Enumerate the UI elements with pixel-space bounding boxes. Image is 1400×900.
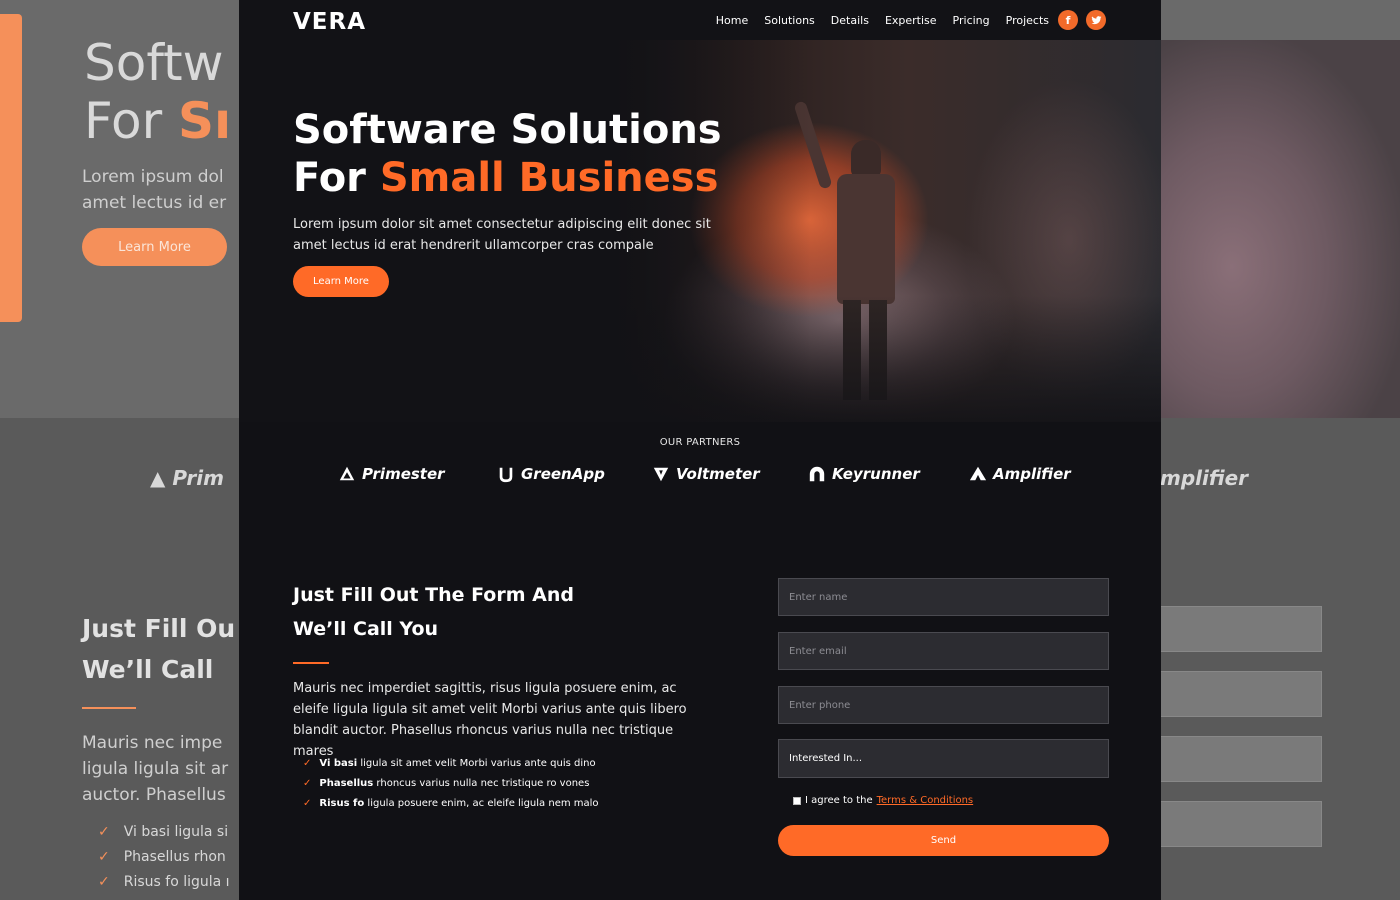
- partner-keyrunner[interactable]: Keyrunner: [808, 462, 920, 486]
- email-input[interactable]: [778, 632, 1109, 670]
- amplifier-icon: [969, 466, 987, 481]
- check-icon: ✓: [303, 758, 312, 769]
- hero-description: Lorem ipsum dolor sit amet consectetur a…: [293, 217, 711, 253]
- terms-agreement: I agree to the Terms & Conditions: [793, 795, 973, 806]
- keyrunner-icon: [809, 466, 825, 482]
- brand-logo[interactable]: VERA: [293, 9, 366, 35]
- terms-link[interactable]: Terms & Conditions: [877, 795, 974, 806]
- nav-home[interactable]: Home: [716, 14, 748, 27]
- contact-section: Just Fill Out The Form And We’ll Call Yo…: [239, 532, 1161, 900]
- bg-list: Vi basi ligula si Phasellus rhon Risus f…: [98, 820, 230, 895]
- contact-description: Mauris nec imperdiet sagittis, risus lig…: [293, 681, 687, 759]
- bg-list-item: Risus fo ligula ı: [98, 870, 230, 895]
- bg-photo: [1160, 40, 1400, 418]
- primester-icon: [339, 466, 355, 481]
- top-nav: VERA Home Solutions Details Expertise Pr…: [239, 0, 1161, 42]
- list-item: ✓ Risus fo ligula posuere enim, ac eleife…: [303, 798, 599, 809]
- twitter-icon[interactable]: [1086, 10, 1106, 30]
- partner-amplifier[interactable]: Amplifier: [969, 462, 1071, 486]
- bg-rule: [82, 707, 136, 709]
- bg-partner-left: ▲ Prim: [150, 466, 224, 490]
- facebook-icon[interactable]: f: [1058, 10, 1078, 30]
- bg-learn-more: Learn More: [82, 228, 227, 266]
- bg-orange-strip: [0, 14, 22, 322]
- page-frame: VERA Home Solutions Details Expertise Pr…: [239, 0, 1161, 900]
- nav-projects[interactable]: Projects: [1006, 14, 1049, 27]
- bg-partner-right: mplifier: [1160, 466, 1249, 490]
- bg-field: [1160, 736, 1322, 782]
- partner-greenapp[interactable]: GreenApp: [497, 462, 605, 486]
- bg-field: [1160, 606, 1322, 652]
- terms-checkbox[interactable]: [793, 796, 801, 805]
- voltmeter-icon: [653, 467, 669, 482]
- send-button[interactable]: Send: [778, 825, 1109, 856]
- bg-field: [1160, 801, 1322, 847]
- check-icon: ✓: [303, 798, 312, 809]
- list-item: ✓ Phasellus rhoncus varius nulla nec tris…: [303, 778, 590, 789]
- partners-section: OUR PARTNERS Primester GreenApp Voltmete…: [239, 422, 1161, 532]
- learn-more-button[interactable]: Learn More: [293, 266, 389, 297]
- nav-solutions[interactable]: Solutions: [764, 14, 815, 27]
- name-input[interactable]: [778, 578, 1109, 616]
- greenapp-icon: [499, 467, 513, 483]
- partners-title: OUR PARTNERS: [659, 437, 741, 448]
- bg-list-item: Phasellus rhon: [98, 845, 230, 870]
- partner-primester[interactable]: Primester: [338, 462, 445, 486]
- check-icon: ✓: [303, 778, 312, 789]
- nav-pricing[interactable]: Pricing: [953, 14, 990, 27]
- bg-hero-text: Lorem ipsum dol amet lectus id er: [82, 167, 227, 213]
- list-item: ✓ Vi basi ligula sit amet velit Morbi var…: [303, 758, 596, 769]
- nav-menu: Home Solutions Details Expertise Pricing…: [716, 14, 1049, 27]
- bg-contact-title: Just Fill Ou We’ll Call: [82, 614, 236, 684]
- nav-details[interactable]: Details: [831, 14, 869, 27]
- bg-field: [1160, 671, 1322, 717]
- partner-voltmeter[interactable]: Voltmeter: [652, 462, 760, 486]
- phone-input[interactable]: [778, 686, 1109, 724]
- contact-divider: [293, 662, 329, 664]
- bg-hero-title: Softw For Sı: [84, 34, 232, 150]
- hero-title: Software Solutions For Small Business: [293, 107, 722, 201]
- hero-shade: [239, 0, 1161, 422]
- contact-title: Just Fill Out The Form And We’ll Call Yo…: [293, 584, 574, 640]
- nav-expertise[interactable]: Expertise: [885, 14, 937, 27]
- interest-select[interactable]: Interested In...: [778, 739, 1109, 778]
- benefit-list: ✓ Vi basi ligula sit amet velit Morbi var…: [303, 754, 599, 814]
- bg-contact-text: Mauris nec impe ligula ligula sit ar auc…: [82, 733, 229, 805]
- bg-list-item: Vi basi ligula si: [98, 820, 230, 845]
- hero-section: VERA Home Solutions Details Expertise Pr…: [239, 0, 1161, 422]
